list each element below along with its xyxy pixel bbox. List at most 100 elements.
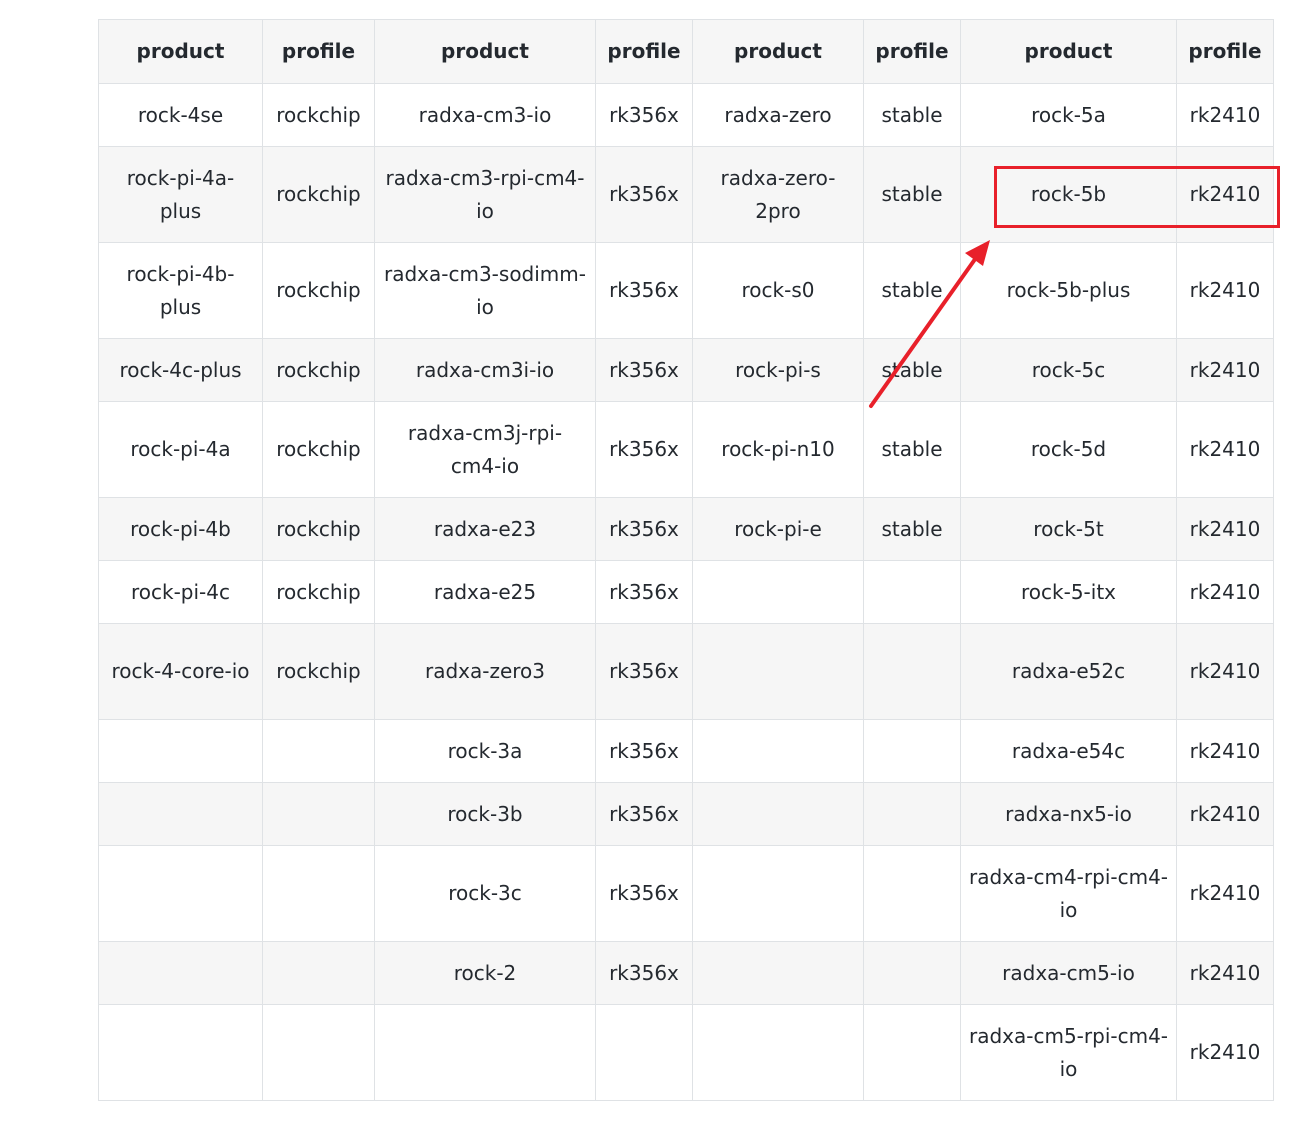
- product-cell: rock-pi-4a: [98, 401, 263, 498]
- product-cell: radxa-cm3-sodimm-io: [374, 242, 596, 339]
- product-cell: rock-pi-s: [692, 338, 864, 402]
- table-row: rock-pi-4b rockchip radxa-e23 rk356x roc…: [98, 497, 1274, 561]
- product-cell: radxa-zero-2pro: [692, 146, 864, 243]
- product-cell: rock-4se: [98, 83, 263, 147]
- column-header-profile: profile: [262, 19, 375, 84]
- column-header-product: product: [374, 19, 596, 84]
- table-row: rock-2 rk356x radxa-cm5-io rk2410: [98, 941, 1274, 1005]
- profile-cell: rk2410: [1176, 401, 1274, 498]
- product-cell: [692, 623, 864, 720]
- profile-cell: rk2410: [1176, 338, 1274, 402]
- table-row: rock-3a rk356x radxa-e54c rk2410: [98, 719, 1274, 783]
- profile-cell: rockchip: [262, 83, 375, 147]
- table-row: rock-4se rockchip radxa-cm3-io rk356x ra…: [98, 83, 1274, 147]
- product-cell: rock-pi-n10: [692, 401, 864, 498]
- column-header-profile: profile: [863, 19, 961, 84]
- product-cell: [98, 719, 263, 783]
- profile-cell: [262, 1004, 375, 1101]
- profile-cell: stable: [863, 242, 961, 339]
- product-cell: [692, 845, 864, 942]
- column-header-product: product: [960, 19, 1177, 84]
- product-cell: [692, 560, 864, 624]
- table-row: rock-pi-4c rockchip radxa-e25 rk356x roc…: [98, 560, 1274, 624]
- product-cell: [374, 1004, 596, 1101]
- product-cell: [98, 782, 263, 846]
- profile-cell: rk356x: [595, 941, 693, 1005]
- profile-cell: [595, 1004, 693, 1101]
- profile-cell: stable: [863, 146, 961, 243]
- profile-cell: rk2410: [1176, 782, 1274, 846]
- profile-cell: [262, 845, 375, 942]
- profile-cell: stable: [863, 338, 961, 402]
- column-header-product: product: [692, 19, 864, 84]
- table-row: rock-4-core-io rockchip radxa-zero3 rk35…: [98, 623, 1274, 720]
- product-cell: radxa-zero: [692, 83, 864, 147]
- product-cell: radxa-e25: [374, 560, 596, 624]
- table-row: rock-3b rk356x radxa-nx5-io rk2410: [98, 782, 1274, 846]
- profile-cell: rk356x: [595, 83, 693, 147]
- product-cell: rock-3a: [374, 719, 596, 783]
- profile-cell: rk356x: [595, 782, 693, 846]
- product-cell: radxa-cm3-io: [374, 83, 596, 147]
- product-cell: rock-5c: [960, 338, 1177, 402]
- product-cell: rock-5d: [960, 401, 1177, 498]
- product-cell: radxa-nx5-io: [960, 782, 1177, 846]
- column-header-profile: profile: [1176, 19, 1274, 84]
- profile-cell: rockchip: [262, 623, 375, 720]
- profile-cell: [262, 782, 375, 846]
- table-row: radxa-cm5-rpi-cm4-io rk2410: [98, 1004, 1274, 1101]
- profile-cell: [863, 845, 961, 942]
- product-cell: rock-s0: [692, 242, 864, 339]
- profile-cell: rk2410: [1176, 941, 1274, 1005]
- profile-cell: rockchip: [262, 401, 375, 498]
- product-cell: [692, 782, 864, 846]
- profile-cell: rk356x: [595, 242, 693, 339]
- product-cell: [692, 941, 864, 1005]
- profile-cell: stable: [863, 401, 961, 498]
- profile-cell: rockchip: [262, 338, 375, 402]
- product-cell: rock-3b: [374, 782, 596, 846]
- profile-cell: rk2410: [1176, 719, 1274, 783]
- profile-cell: rk2410: [1176, 242, 1274, 339]
- profile-cell: [863, 782, 961, 846]
- profile-cell: rk2410: [1176, 1004, 1274, 1101]
- product-cell: rock-pi-4a-plus: [98, 146, 263, 243]
- profile-cell: [262, 941, 375, 1005]
- product-cell: radxa-cm4-rpi-cm4-io: [960, 845, 1177, 942]
- product-cell: rock-3c: [374, 845, 596, 942]
- profile-cell: rk356x: [595, 845, 693, 942]
- table-header-row: product profile product profile product …: [98, 19, 1274, 84]
- product-cell: rock-pi-4b-plus: [98, 242, 263, 339]
- product-cell: radxa-cm3-rpi-cm4-io: [374, 146, 596, 243]
- product-cell: rock-5t: [960, 497, 1177, 561]
- table-row: rock-pi-4a-plus rockchip radxa-cm3-rpi-c…: [98, 146, 1274, 243]
- profile-cell: rockchip: [262, 560, 375, 624]
- profile-cell: [262, 719, 375, 783]
- profile-cell-highlighted: rk2410: [1176, 146, 1274, 243]
- product-cell: rock-2: [374, 941, 596, 1005]
- product-cell: rock-5b-plus: [960, 242, 1177, 339]
- profile-cell: rk2410: [1176, 83, 1274, 147]
- column-header-profile: profile: [595, 19, 693, 84]
- product-cell: [98, 941, 263, 1005]
- product-cell: rock-5-itx: [960, 560, 1177, 624]
- profile-cell: rk356x: [595, 401, 693, 498]
- product-cell: radxa-cm3j-rpi-cm4-io: [374, 401, 596, 498]
- profile-cell: [863, 623, 961, 720]
- product-cell: rock-pi-4c: [98, 560, 263, 624]
- profile-cell: rk356x: [595, 560, 693, 624]
- product-cell: rock-5a: [960, 83, 1177, 147]
- profile-cell: stable: [863, 497, 961, 561]
- product-cell: radxa-cm3i-io: [374, 338, 596, 402]
- profile-cell: [863, 719, 961, 783]
- product-cell: rock-4c-plus: [98, 338, 263, 402]
- table-row: rock-3c rk356x radxa-cm4-rpi-cm4-io rk24…: [98, 845, 1274, 942]
- product-profile-table: product profile product profile product …: [98, 19, 1274, 1101]
- profile-cell: rk356x: [595, 623, 693, 720]
- table-row: rock-pi-4a rockchip radxa-cm3j-rpi-cm4-i…: [98, 401, 1274, 498]
- profile-cell: rockchip: [262, 242, 375, 339]
- column-header-product: product: [98, 19, 263, 84]
- product-cell: [98, 845, 263, 942]
- profile-cell: stable: [863, 83, 961, 147]
- profile-cell: rk2410: [1176, 845, 1274, 942]
